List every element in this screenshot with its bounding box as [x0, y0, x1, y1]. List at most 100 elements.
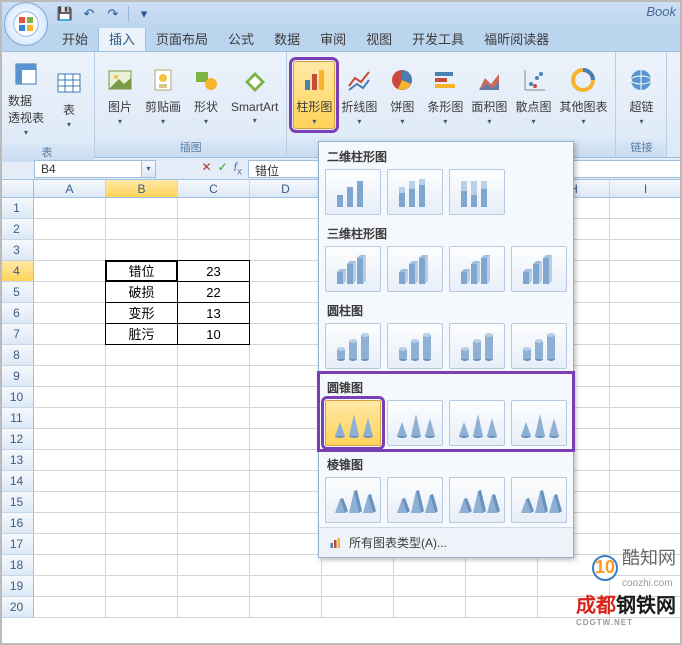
cell-I15[interactable] [610, 492, 682, 513]
chart-type-圆锥图-0[interactable] [325, 400, 381, 446]
row-header-3[interactable]: 3 [0, 240, 34, 261]
cell-D15[interactable] [250, 492, 322, 513]
row-header-13[interactable]: 13 [0, 450, 34, 471]
tab-插入[interactable]: 插入 [98, 25, 146, 51]
cell-D16[interactable] [250, 513, 322, 534]
cell-A20[interactable] [34, 597, 106, 618]
row-header-16[interactable]: 16 [0, 513, 34, 534]
cell-A10[interactable] [34, 387, 106, 408]
cell-A17[interactable] [34, 534, 106, 555]
cell-D19[interactable] [250, 576, 322, 597]
ribbon-clip-button[interactable]: 剪贴画▾ [143, 62, 183, 128]
cell-D14[interactable] [250, 471, 322, 492]
cell-A11[interactable] [34, 408, 106, 429]
cell-I10[interactable] [610, 387, 682, 408]
cell-I9[interactable] [610, 366, 682, 387]
cell-D11[interactable] [250, 408, 322, 429]
cell-C18[interactable] [178, 555, 250, 576]
cell-B4[interactable]: 错位 [105, 260, 178, 282]
tab-数据[interactable]: 数据 [264, 26, 310, 51]
cell-C5[interactable]: 22 [177, 281, 250, 303]
cell-A9[interactable] [34, 366, 106, 387]
cell-A16[interactable] [34, 513, 106, 534]
cell-F19[interactable] [394, 576, 466, 597]
cell-A12[interactable] [34, 429, 106, 450]
chart-type-二维柱形图-2[interactable] [449, 169, 505, 215]
cell-B7[interactable]: 脏污 [105, 323, 178, 345]
row-header-5[interactable]: 5 [0, 282, 34, 303]
cell-I3[interactable] [610, 240, 682, 261]
office-button[interactable] [4, 2, 48, 46]
ribbon-pie-button[interactable]: 饼图▾ [383, 62, 421, 128]
cell-C11[interactable] [178, 408, 250, 429]
cell-B5[interactable]: 破损 [105, 281, 178, 303]
cell-C15[interactable] [178, 492, 250, 513]
ribbon-line-button[interactable]: 折线图▾ [339, 62, 379, 128]
row-header-15[interactable]: 15 [0, 492, 34, 513]
chart-type-圆柱图-2[interactable] [449, 323, 505, 369]
cell-A4[interactable] [34, 261, 106, 282]
row-header-19[interactable]: 19 [0, 576, 34, 597]
col-header-I[interactable]: I [610, 180, 682, 197]
qat-customize-icon[interactable]: ▾ [133, 4, 155, 24]
row-header-7[interactable]: 7 [0, 324, 34, 345]
qat-save-icon[interactable]: 💾 [54, 4, 76, 24]
cell-A2[interactable] [34, 219, 106, 240]
cell-C16[interactable] [178, 513, 250, 534]
cell-A6[interactable] [34, 303, 106, 324]
col-header-B[interactable]: B [106, 180, 178, 197]
cell-B9[interactable] [106, 366, 178, 387]
cell-A19[interactable] [34, 576, 106, 597]
cell-I2[interactable] [610, 219, 682, 240]
cell-B10[interactable] [106, 387, 178, 408]
chart-type-圆锥图-2[interactable] [449, 400, 505, 446]
ribbon-smart-button[interactable]: SmartArt▾ [229, 64, 280, 127]
cell-C10[interactable] [178, 387, 250, 408]
chart-type-圆柱图-1[interactable] [387, 323, 443, 369]
row-header-18[interactable]: 18 [0, 555, 34, 576]
cell-G20[interactable] [466, 597, 538, 618]
chart-type-三维柱形图-1[interactable] [387, 246, 443, 292]
chart-type-圆锥图-3[interactable] [511, 400, 567, 446]
col-header-D[interactable]: D [250, 180, 322, 197]
ribbon-bar-button[interactable]: 条形图▾ [425, 62, 465, 128]
cell-D6[interactable] [250, 303, 322, 324]
cell-C4[interactable]: 23 [177, 260, 250, 282]
tab-福昕阅读器[interactable]: 福昕阅读器 [474, 26, 559, 51]
cell-D9[interactable] [250, 366, 322, 387]
row-header-10[interactable]: 10 [0, 387, 34, 408]
cell-G18[interactable] [466, 555, 538, 576]
cell-B12[interactable] [106, 429, 178, 450]
cell-C3[interactable] [178, 240, 250, 261]
cell-A1[interactable] [34, 198, 106, 219]
cell-I8[interactable] [610, 345, 682, 366]
chart-type-圆锥图-1[interactable] [387, 400, 443, 446]
cell-A7[interactable] [34, 324, 106, 345]
cell-I11[interactable] [610, 408, 682, 429]
cell-B13[interactable] [106, 450, 178, 471]
cell-I12[interactable] [610, 429, 682, 450]
cell-C7[interactable]: 10 [177, 323, 250, 345]
row-header-1[interactable]: 1 [0, 198, 34, 219]
ribbon-pivot-button[interactable]: 数据透视表▾ [6, 56, 46, 139]
cell-A5[interactable] [34, 282, 106, 303]
row-header-17[interactable]: 17 [0, 534, 34, 555]
chart-type-棱锥图-0[interactable] [325, 477, 381, 523]
tab-开发工具[interactable]: 开发工具 [402, 26, 474, 51]
row-header-14[interactable]: 14 [0, 471, 34, 492]
cell-E20[interactable] [322, 597, 394, 618]
cell-F20[interactable] [394, 597, 466, 618]
cell-I14[interactable] [610, 471, 682, 492]
cell-A18[interactable] [34, 555, 106, 576]
cell-D10[interactable] [250, 387, 322, 408]
name-box[interactable]: B4 [34, 160, 142, 178]
row-header-2[interactable]: 2 [0, 219, 34, 240]
ribbon-table-button[interactable]: 表▾ [50, 65, 88, 131]
ribbon-pic-button[interactable]: 图片▾ [101, 62, 139, 128]
chart-type-三维柱形图-2[interactable] [449, 246, 505, 292]
cell-D4[interactable] [250, 261, 322, 282]
all-chart-types-button[interactable]: 所有图表类型(A)... [319, 527, 573, 557]
cell-E18[interactable] [322, 555, 394, 576]
ribbon-shape-button[interactable]: 形状▾ [187, 62, 225, 128]
tab-视图[interactable]: 视图 [356, 26, 402, 51]
